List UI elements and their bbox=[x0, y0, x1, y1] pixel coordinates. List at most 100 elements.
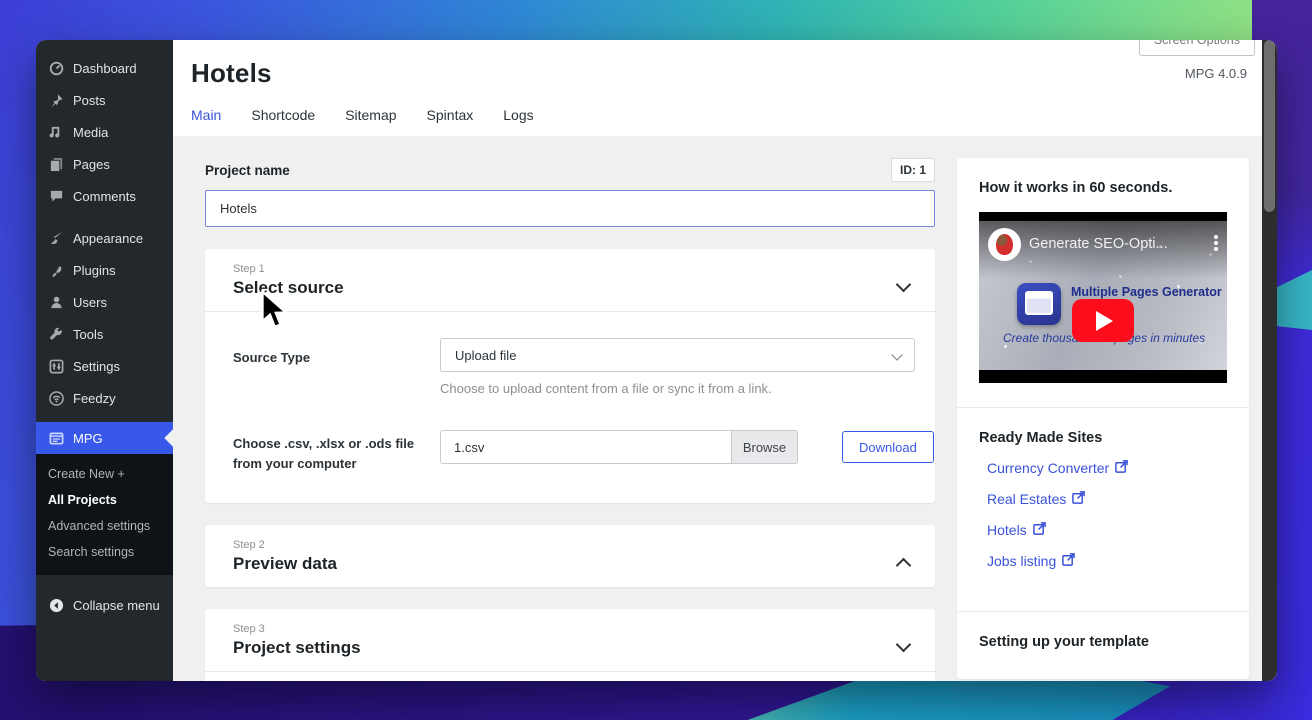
sidebar-item-users[interactable]: Users bbox=[36, 286, 173, 318]
tab-shortcode[interactable]: Shortcode bbox=[251, 107, 315, 123]
link-hotels[interactable]: Hotels bbox=[979, 522, 1227, 538]
mpg-app-icon bbox=[1017, 283, 1061, 325]
download-button[interactable]: Download bbox=[842, 431, 934, 463]
source-type-label: Source Type bbox=[233, 350, 311, 365]
step2-header[interactable]: Step 2 Preview data bbox=[205, 525, 935, 587]
link-currency-converter[interactable]: Currency Converter bbox=[979, 460, 1227, 476]
link-label: Hotels bbox=[987, 522, 1027, 538]
channel-avatar bbox=[988, 228, 1021, 261]
youtube-play-button[interactable] bbox=[1072, 299, 1134, 342]
link-label: Jobs listing bbox=[987, 553, 1057, 569]
sidebar-item-label: Media bbox=[73, 124, 109, 140]
submenu-create-new[interactable]: Create New + bbox=[36, 461, 173, 487]
sidebar-item-pages[interactable]: Pages bbox=[36, 148, 173, 180]
sidebar-item-mpg[interactable]: MPG bbox=[36, 422, 173, 454]
sidebar-item-label: Pages bbox=[73, 156, 110, 172]
tools-icon bbox=[48, 326, 64, 342]
source-type-help: Choose to upload content from a file or … bbox=[440, 381, 772, 396]
collapse-arrow-icon bbox=[48, 597, 64, 613]
submenu-search-settings[interactable]: Search settings bbox=[36, 539, 173, 565]
admin-content-area: Screen Options Hotels MPG 4.0.9 Main Sho… bbox=[173, 40, 1277, 681]
sidebar-item-label: Plugins bbox=[73, 262, 116, 278]
step3-title: Project settings bbox=[233, 638, 361, 657]
source-type-value: Upload file bbox=[455, 347, 517, 363]
step2-card: Step 2 Preview data bbox=[205, 525, 935, 587]
pushpin-icon bbox=[48, 92, 64, 108]
project-name-label: Project name bbox=[205, 162, 290, 178]
sidebar-item-label: Users bbox=[73, 294, 107, 310]
sidebar-item-media[interactable]: Media bbox=[36, 116, 173, 148]
step3-eyebrow: Step 3 bbox=[233, 623, 265, 635]
ready-made-sites-heading: Ready Made Sites bbox=[979, 430, 1103, 446]
sidebar-item-label: Settings bbox=[73, 358, 120, 374]
page-title: Hotels bbox=[191, 58, 272, 88]
external-link-icon bbox=[1032, 522, 1046, 538]
sidebar-item-settings[interactable]: Settings bbox=[36, 350, 173, 382]
screen-options-button[interactable]: Screen Options bbox=[1138, 40, 1255, 56]
chevron-up-icon bbox=[898, 555, 909, 566]
video-title: Generate SEO-Opti... bbox=[1029, 236, 1168, 252]
plugin-version: MPG 4.0.9 bbox=[1184, 66, 1247, 81]
page-scrollbar[interactable] bbox=[1262, 40, 1277, 681]
dashboard-icon bbox=[48, 60, 64, 76]
step3-card: Step 3 Project settings bbox=[205, 609, 935, 681]
tab-logs[interactable]: Logs bbox=[503, 107, 533, 123]
sidebar-item-label: Feedzy bbox=[73, 390, 116, 406]
template-setup-heading: Setting up your template bbox=[979, 634, 1149, 650]
sidebar-item-label: Dashboard bbox=[73, 60, 137, 76]
external-link-icon bbox=[1062, 553, 1076, 569]
sidebar-item-label: Tools bbox=[73, 326, 104, 342]
sidebar-item-feedzy[interactable]: Feedzy bbox=[36, 382, 173, 414]
project-name-input[interactable] bbox=[205, 190, 935, 227]
sidebar-item-tools[interactable]: Tools bbox=[36, 318, 173, 350]
pages-icon bbox=[48, 156, 64, 172]
submenu-advanced-settings[interactable]: Advanced settings bbox=[36, 513, 173, 539]
aside-column: How it works in 60 seconds. Multiple Pag… bbox=[957, 158, 1249, 681]
collapse-menu-label: Collapse menu bbox=[73, 597, 160, 613]
sidebar-item-plugins[interactable]: Plugins bbox=[36, 254, 173, 286]
step1-card: Step 1 Select source Source Type Upload … bbox=[205, 249, 935, 503]
tab-main[interactable]: Main bbox=[191, 107, 221, 123]
tab-spintax[interactable]: Spintax bbox=[427, 107, 474, 123]
file-name-input[interactable] bbox=[441, 431, 731, 463]
wp-admin-sidebar: Dashboard Posts Media Pages Comments App… bbox=[36, 40, 173, 681]
sidebar-item-label: Appearance bbox=[73, 230, 144, 246]
step1-title: Select source bbox=[233, 278, 344, 297]
sidebar-item-label: Posts bbox=[73, 92, 106, 108]
link-label: Currency Converter bbox=[987, 460, 1110, 476]
mpg-submenu: Create New + All Projects Advanced setti… bbox=[36, 454, 173, 575]
tab-bar: Main Shortcode Sitemap Spintax Logs bbox=[191, 107, 1247, 136]
step1-header[interactable]: Step 1 Select source bbox=[205, 249, 935, 311]
step1-eyebrow: Step 1 bbox=[233, 263, 265, 275]
comments-icon bbox=[48, 188, 64, 204]
sidebar-item-posts[interactable]: Posts bbox=[36, 84, 173, 116]
plugin-icon bbox=[48, 262, 64, 278]
chevron-down-icon bbox=[898, 639, 909, 650]
tab-sitemap[interactable]: Sitemap bbox=[345, 107, 396, 123]
scrollbar-thumb[interactable] bbox=[1264, 40, 1275, 212]
chevron-down-icon bbox=[898, 279, 909, 290]
how-it-works-video[interactable]: Multiple Pages Generator Create thousand… bbox=[979, 212, 1227, 383]
sidebar-item-appearance[interactable]: Appearance bbox=[36, 222, 173, 254]
mpg-icon bbox=[48, 430, 64, 446]
link-jobs-listing[interactable]: Jobs listing bbox=[979, 553, 1227, 569]
browse-button[interactable]: Browse bbox=[731, 431, 797, 463]
step2-title: Preview data bbox=[233, 554, 337, 573]
step3-header[interactable]: Step 3 Project settings bbox=[205, 609, 935, 671]
sidebar-item-comments[interactable]: Comments bbox=[36, 180, 173, 212]
link-real-estates[interactable]: Real Estates bbox=[979, 491, 1227, 507]
collapse-menu-button[interactable]: Collapse menu bbox=[36, 589, 173, 621]
sidebar-item-dashboard[interactable]: Dashboard bbox=[36, 52, 173, 84]
external-link-icon bbox=[1072, 491, 1086, 507]
browser-window: Dashboard Posts Media Pages Comments App… bbox=[36, 40, 1277, 681]
media-icon bbox=[48, 124, 64, 140]
file-choose-label: Choose .csv, .xlsx or .ods file from you… bbox=[233, 436, 415, 471]
video-heading: How it works in 60 seconds. bbox=[979, 180, 1173, 196]
submenu-all-projects[interactable]: All Projects bbox=[36, 487, 173, 513]
kebab-menu-icon[interactable] bbox=[1214, 235, 1218, 239]
users-icon bbox=[48, 294, 64, 310]
sidebar-item-label: MPG bbox=[73, 430, 103, 446]
source-type-select[interactable]: Upload file bbox=[440, 338, 915, 372]
sidebar-item-label: Comments bbox=[73, 188, 136, 204]
step2-eyebrow: Step 2 bbox=[233, 539, 265, 551]
